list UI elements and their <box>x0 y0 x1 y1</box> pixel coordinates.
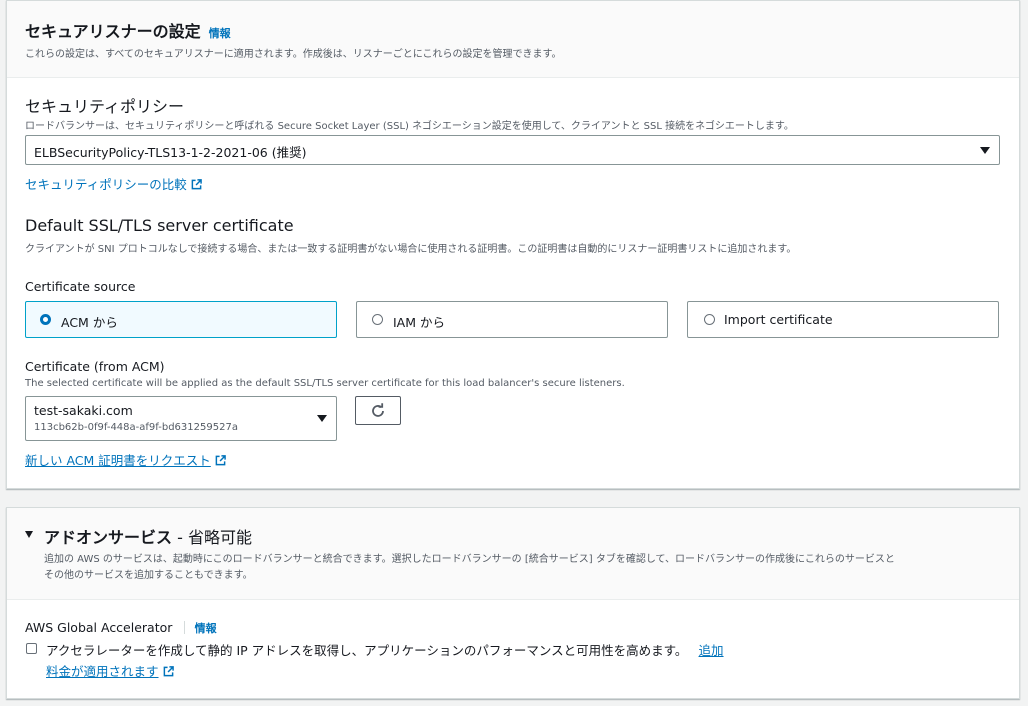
accelerator-label-text: AWS Global Accelerator <box>25 620 173 635</box>
caret-down-icon <box>317 415 327 422</box>
acm-certificate-label: Certificate (from ACM) <box>25 359 165 374</box>
divider <box>183 621 185 634</box>
acm-certificate-description: The selected certificate will be applied… <box>25 378 625 389</box>
addon-description-line2: その他のサービスを追加することもできます。 <box>44 570 253 581</box>
security-policy-heading: セキュリティポリシー <box>25 97 185 116</box>
panel-title: セキュアリスナーの設定 情報 <box>25 18 231 42</box>
security-policy-description: ロードバランサーは、セキュリティポリシーと呼ばれる Secure Socket … <box>25 121 794 132</box>
addon-description-line1: 追加の AWS のサービスは、起動時にこのロードバランサーと統合できます。選択し… <box>44 554 895 565</box>
accelerator-checkbox-row: アクセラレーターを作成して静的 IP アドレスを取得し、アプリケーションのパフォ… <box>46 640 724 659</box>
compare-policies-label: セキュリティポリシーの比較 <box>25 177 187 192</box>
external-link-icon <box>215 455 226 466</box>
refresh-button[interactable] <box>355 396 401 425</box>
accelerator-checkbox[interactable] <box>26 643 37 654</box>
pricing-link[interactable]: 料金が適用されます <box>46 661 174 680</box>
certificate-source-label: Certificate source <box>25 279 136 294</box>
accelerator-checkbox-label[interactable]: アクセラレーターを作成して静的 IP アドレスを取得し、アプリケーションのパフォ… <box>46 643 687 658</box>
expand-triangle-icon[interactable] <box>25 531 33 538</box>
security-policy-select[interactable]: ELBSecurityPolicy-TLS13-1-2-2021-06 (推奨) <box>25 135 1000 165</box>
source-label-iam: IAM から <box>393 315 445 330</box>
panel-description: これらの設定は、すべてのセキュアリスナーに適用されます。作成後は、リスナーごとに… <box>25 49 562 60</box>
radio-iam[interactable] <box>372 314 383 325</box>
accelerator-info-link[interactable]: 情報 <box>195 622 217 635</box>
certificate-description: クライアントが SNI プロトコルなしで接続する場合、または一致する証明書がない… <box>25 244 797 255</box>
source-tile-import[interactable]: Import certificate <box>687 301 999 338</box>
source-tile-iam[interactable]: IAM から <box>356 301 668 338</box>
certificate-name: test-sakaki.com <box>34 403 133 418</box>
accelerator-add-link[interactable]: 追加 <box>699 643 724 658</box>
external-link-icon <box>163 666 174 677</box>
source-label-import: Import certificate <box>724 312 833 327</box>
source-tile-acm[interactable]: ACM から <box>25 301 337 338</box>
radio-acm[interactable] <box>40 314 51 325</box>
certificate-select[interactable]: test-sakaki.com 113cb62b-0f9f-448a-af9f-… <box>25 396 337 441</box>
request-certificate-link[interactable]: 新しい ACM 証明書をリクエスト <box>25 450 226 469</box>
source-label-acm: ACM から <box>61 315 118 330</box>
refresh-icon <box>372 403 384 417</box>
certificate-id: 113cb62b-0f9f-448a-af9f-bd631259527a <box>34 422 238 433</box>
caret-down-icon <box>980 147 990 154</box>
accelerator-label: AWS Global Accelerator 情報 <box>25 617 217 636</box>
panel-title-text: セキュアリスナーの設定 <box>25 22 201 41</box>
addon-title-suffix: - 省略可能 <box>177 528 252 547</box>
compare-policies-link[interactable]: セキュリティポリシーの比較 <box>25 174 202 193</box>
addon-title[interactable]: アドオンサービス - 省略可能 <box>44 524 252 548</box>
radio-import[interactable] <box>704 314 715 325</box>
addon-title-text: アドオンサービス <box>44 528 173 547</box>
info-link[interactable]: 情報 <box>209 27 231 40</box>
request-certificate-label: 新しい ACM 証明書をリクエスト <box>25 453 211 468</box>
certificate-heading: Default SSL/TLS server certificate <box>25 216 294 235</box>
security-policy-value: ELBSecurityPolicy-TLS13-1-2-2021-06 (推奨) <box>34 145 307 160</box>
pricing-link-label: 料金が適用されます <box>46 664 159 679</box>
external-link-icon <box>191 179 202 190</box>
